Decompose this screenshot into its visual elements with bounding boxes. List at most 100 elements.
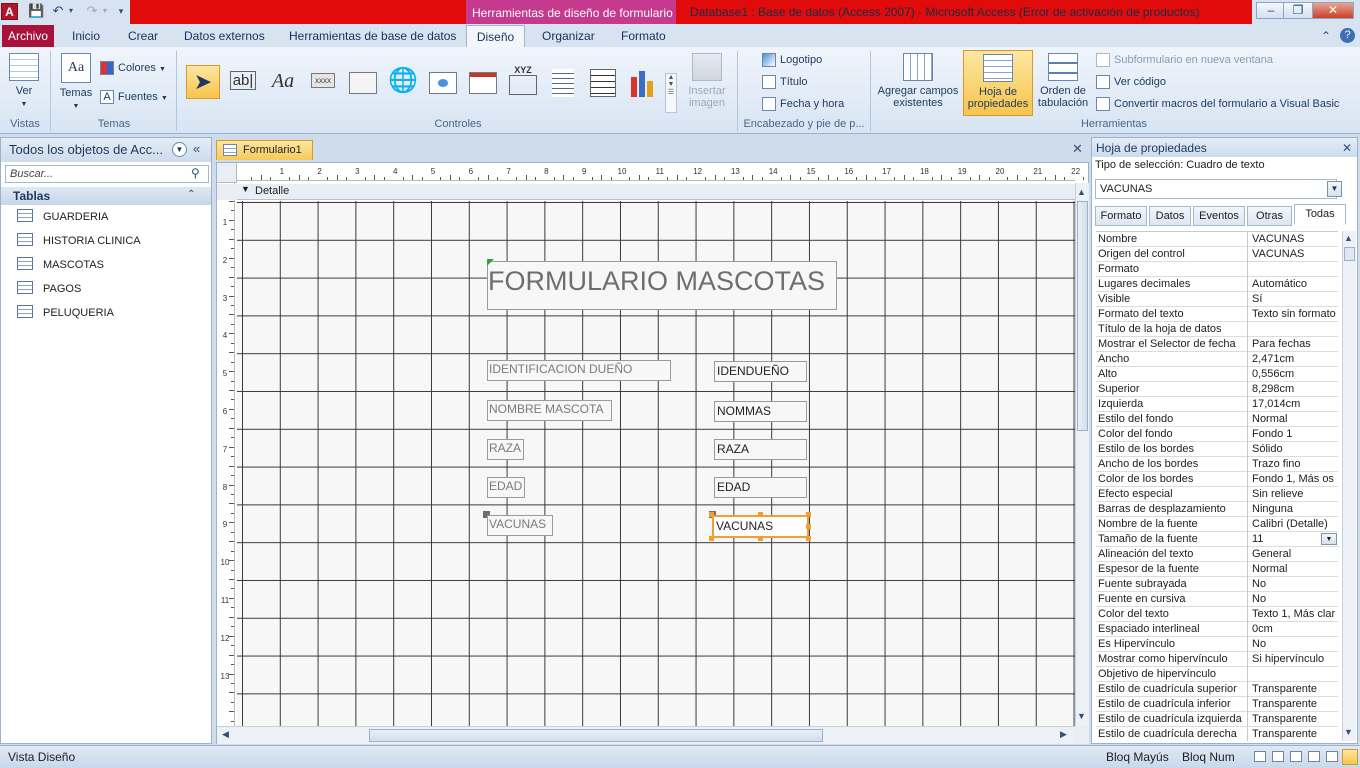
property-value[interactable] <box>1249 667 1338 682</box>
property-row[interactable]: Estilo de cuadrícula superior Transparent… <box>1096 682 1338 697</box>
property-row[interactable]: Color del fondo Fondo 1 <box>1096 427 1338 442</box>
colores-button[interactable]: Colores ▼ <box>100 59 166 79</box>
property-value[interactable]: Normal <box>1249 562 1338 577</box>
property-row[interactable]: Espaciado interlineal 0cm <box>1096 622 1338 637</box>
property-row[interactable]: Formato <box>1096 262 1338 277</box>
property-value[interactable]: 0cm <box>1249 622 1338 637</box>
titulo-button[interactable]: Título <box>762 73 808 93</box>
combo-dropdown-icon[interactable]: ▼ <box>1327 181 1342 197</box>
property-value[interactable]: Texto sin formato <box>1249 307 1338 322</box>
controls-scroll-icon[interactable]: ▲ ▼ ☰ <box>665 73 677 113</box>
property-row[interactable]: Alineación del texto General <box>1096 547 1338 562</box>
scroll-left-icon[interactable]: ◀ <box>222 729 229 740</box>
property-value[interactable]: Calibri (Detalle) <box>1249 517 1338 532</box>
search-icon[interactable]: ⚲ <box>191 166 200 180</box>
property-row[interactable]: Nombre VACUNAS <box>1096 232 1338 247</box>
property-row[interactable]: Izquierda 17,014cm <box>1096 397 1338 412</box>
prop-scroll-thumb[interactable] <box>1344 247 1355 261</box>
property-row[interactable]: Objetivo de hipervínculo <box>1096 667 1338 682</box>
vertical-scrollbar[interactable]: ▲ ▼ <box>1075 183 1089 726</box>
tab-formato[interactable]: Formato <box>613 25 674 47</box>
resize-handle[interactable] <box>758 512 763 517</box>
field-idendueno[interactable]: IDENDUEÑO <box>714 361 807 382</box>
property-value[interactable]: Transparente <box>1249 682 1338 697</box>
property-value[interactable]: Sin relieve <box>1249 487 1338 502</box>
nav-menu-dropdown-icon[interactable]: ▼ <box>172 142 187 157</box>
selection-combo[interactable]: VACUNAS <box>1095 179 1337 199</box>
minimize-button[interactable]: – <box>1256 2 1286 19</box>
property-row[interactable]: Estilo de cuadrícula inferior Transparent… <box>1096 697 1338 712</box>
property-value[interactable]: Automático <box>1249 277 1338 292</box>
resize-handle[interactable] <box>709 536 714 541</box>
redo-dropdown-icon[interactable]: ▾ <box>100 3 110 19</box>
tab-inicio[interactable]: Inicio <box>64 25 108 47</box>
vertical-scroll-thumb[interactable] <box>1077 201 1088 431</box>
property-value[interactable]: VACUNAS <box>1249 247 1338 262</box>
prop-scroll-up-icon[interactable]: ▲ <box>1344 233 1353 243</box>
collapse-nav-icon[interactable]: « <box>193 141 200 156</box>
scroll-up-icon[interactable]: ▲ <box>1077 187 1086 197</box>
property-row[interactable]: Color del texto Texto 1, Más clar <box>1096 607 1338 622</box>
label-identificacion-dueno[interactable]: IDENTIFICACION DUEÑO <box>487 360 671 381</box>
property-value[interactable]: General <box>1249 547 1338 562</box>
form-view-icon[interactable] <box>1254 751 1266 762</box>
property-value[interactable]: Fondo 1 <box>1249 427 1338 442</box>
design-grid[interactable]: FORMULARIO MASCOTAS IDENTIFICACION DUEÑO… <box>237 201 1075 726</box>
nav-item-pagos[interactable]: PAGOS <box>13 278 203 300</box>
property-value[interactable]: 2,471cm <box>1249 352 1338 367</box>
prop-tab-todas[interactable]: Todas <box>1294 204 1346 225</box>
field-edad[interactable]: EDAD <box>714 477 807 498</box>
undo-dropdown-icon[interactable]: ▾ <box>66 3 76 19</box>
label-nombre-mascota[interactable]: NOMBRE MASCOTA <box>487 400 612 421</box>
insertar-imagen-button[interactable]: Insertar imagen <box>682 53 732 109</box>
property-value[interactable]: 17,014cm <box>1249 397 1338 412</box>
prop-tab-otras[interactable]: Otras <box>1247 206 1292 226</box>
hyperlink-globe-icon[interactable]: 🌐 <box>386 65 420 99</box>
property-value[interactable]: No <box>1249 592 1338 607</box>
pivot-table-view-icon[interactable] <box>1308 751 1320 762</box>
page-break-icon[interactable] <box>546 65 580 99</box>
property-value[interactable]: Ninguna <box>1249 502 1338 517</box>
property-value[interactable]: Para fechas <box>1249 337 1338 352</box>
fuentes-button[interactable]: A Fuentes ▼ <box>100 88 168 108</box>
vertical-ruler[interactable]: 1 2 3 4 5 6 7 8 9 10 11 12 13 <box>217 183 235 726</box>
document-tab-formulario1[interactable]: Formulario1 <box>216 140 313 160</box>
property-value[interactable]: Sólido <box>1249 442 1338 457</box>
property-scrollbar[interactable]: ▲ ▼ <box>1342 231 1356 741</box>
logotipo-button[interactable]: Logotipo <box>762 51 822 71</box>
property-row[interactable]: Fuente en cursiva No <box>1096 592 1338 607</box>
nav-search-input[interactable]: Buscar... <box>5 165 209 183</box>
property-row[interactable]: Título de la hoja de datos <box>1096 322 1338 337</box>
ver-codigo-button[interactable]: Ver código <box>1096 73 1166 93</box>
tab-archivo[interactable]: Archivo <box>2 25 54 47</box>
horizontal-scroll-thumb[interactable] <box>369 729 823 742</box>
button-control-icon[interactable]: xxxx <box>306 65 340 99</box>
property-row[interactable]: Mostrar el Selector de fecha Para fechas <box>1096 337 1338 352</box>
section-collapse-icon[interactable]: ⌃ <box>187 189 195 200</box>
property-row[interactable]: Efecto especial Sin relieve <box>1096 487 1338 502</box>
close-window-button[interactable]: ✕ <box>1312 2 1354 19</box>
datasheet-view-icon[interactable] <box>1272 751 1284 762</box>
form-title-label[interactable]: FORMULARIO MASCOTAS <box>487 261 837 310</box>
detail-section-bar[interactable]: ▼ Detalle <box>237 184 1075 200</box>
property-row[interactable]: Estilo del fondo Normal <box>1096 412 1338 427</box>
property-value[interactable]: 0,556cm <box>1249 367 1338 382</box>
horizontal-scrollbar[interactable]: ◀ ▶ <box>217 726 1075 744</box>
access-app-icon[interactable]: A <box>1 3 18 20</box>
property-row[interactable]: Estilo de cuadrícula derecha Transparente <box>1096 727 1338 741</box>
property-row[interactable]: Superior 8,298cm <box>1096 382 1338 397</box>
resize-handle[interactable] <box>709 512 714 517</box>
pivot-chart-view-icon[interactable] <box>1326 751 1338 762</box>
property-row[interactable]: Tamaño de la fuente 11 ▼ <box>1096 532 1338 547</box>
textbox-control-icon[interactable]: ab| <box>226 65 260 99</box>
nav-section-tablas[interactable]: Tablas <box>1 187 211 205</box>
field-vacunas-selected[interactable]: VACUNAS <box>712 515 809 538</box>
option-group-icon[interactable]: XYZ <box>506 65 540 99</box>
label-raza[interactable]: RAZA <box>487 439 524 460</box>
close-document-icon[interactable]: ✕ <box>1072 141 1083 157</box>
field-nommas[interactable]: NOMMAS <box>714 401 807 422</box>
property-row[interactable]: Nombre de la fuente Calibri (Detalle) <box>1096 517 1338 532</box>
property-row[interactable]: Ancho 2,471cm <box>1096 352 1338 367</box>
property-value[interactable]: No <box>1249 637 1338 652</box>
chart-control-icon[interactable] <box>626 65 660 99</box>
